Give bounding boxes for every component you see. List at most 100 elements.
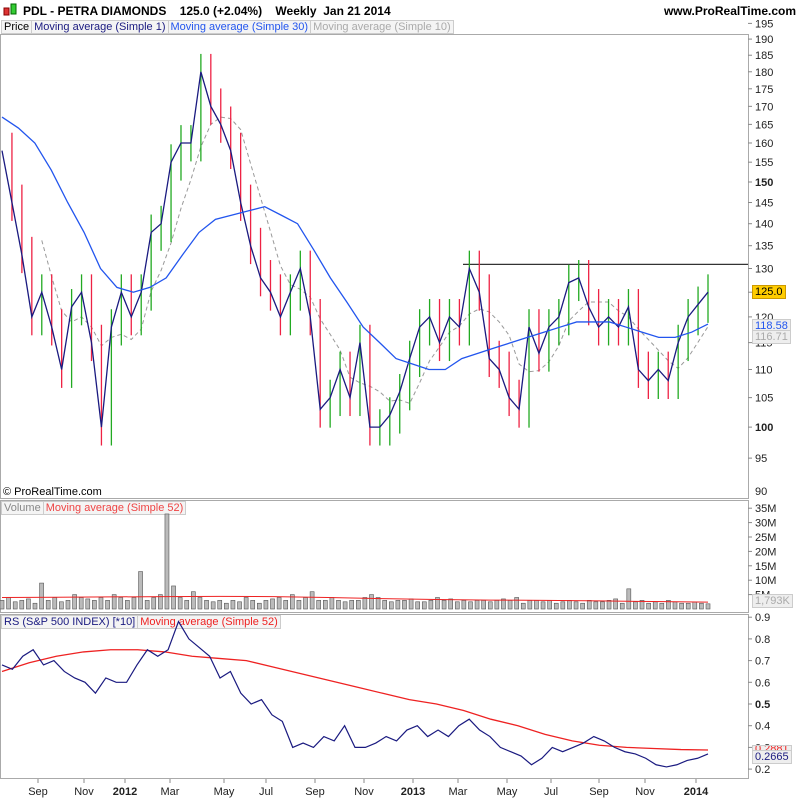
volume-tick-label: 10M <box>755 575 776 587</box>
rs-last-label: 0.2665 <box>752 750 792 764</box>
volume-bar <box>309 591 315 610</box>
volume-bar <box>468 601 473 610</box>
volume-bar <box>191 591 196 610</box>
chart-title: PDL - PETRA DIAMONDS 125.0 (+2.04%) Week… <box>23 4 391 18</box>
x-tick-label: Sep <box>305 786 325 798</box>
volume-last-label: 1,793K <box>752 594 793 608</box>
volume-bar <box>243 597 249 610</box>
chart-window: PDL - PETRA DIAMONDS 125.0 (+2.04%) Week… <box>0 0 800 800</box>
price-tick-label: 105 <box>755 393 773 405</box>
volume-bar <box>454 601 460 610</box>
legend-rs-ma[interactable]: Moving average (Simple 52) <box>137 615 281 629</box>
x-tick-label: 2012 <box>113 786 137 798</box>
volume-bar <box>494 600 500 610</box>
volume-bar <box>699 602 704 610</box>
chart-header: PDL - PETRA DIAMONDS 125.0 (+2.04%) Week… <box>0 0 800 20</box>
price-tick-label: 140 <box>755 219 773 231</box>
volume-bar <box>692 601 698 610</box>
rs-tick-label: 0.8 <box>755 634 770 646</box>
chart-canvas[interactable]: 9510010511011512012513013514014515015516… <box>0 0 800 800</box>
x-tick-label: Mar <box>161 786 180 798</box>
volume-bar <box>184 600 190 610</box>
volume-bar <box>263 600 269 610</box>
volume-bar <box>428 600 434 610</box>
x-tick-label: 2013 <box>401 786 425 798</box>
price-tick-label: 145 <box>755 197 773 209</box>
price-line <box>1 71 709 428</box>
volume-bar <box>12 601 18 610</box>
volume-bar <box>646 602 651 610</box>
volume-bar <box>501 598 506 610</box>
volume-bar <box>250 600 256 610</box>
price-tick-label: 100 <box>755 422 773 434</box>
legend-price[interactable]: Price <box>1 20 33 34</box>
volume-bar <box>487 601 493 610</box>
volume-bar <box>329 597 335 610</box>
rs-tick-label: 0.4 <box>755 721 770 733</box>
volume-bar <box>230 600 236 610</box>
x-tick-label: Jul <box>544 786 558 798</box>
rs-tick-label: 0.6 <box>755 677 770 689</box>
volume-bar <box>388 601 394 610</box>
copyright: © ProRealTime.com <box>3 486 102 498</box>
volume-bar <box>342 601 348 610</box>
last-price-label: 125.0 <box>752 285 786 299</box>
volume-bar <box>210 601 216 610</box>
ma10-label: 116.71 <box>752 330 791 344</box>
volume-bar <box>45 600 51 610</box>
price-tick-label: 130 <box>755 264 773 276</box>
rs-ma-line <box>1 649 709 751</box>
volume-bar <box>666 600 671 610</box>
rs-line <box>1 620 709 768</box>
x-tick-label: May <box>497 786 518 798</box>
quote: 125.0 (+2.04%) <box>179 4 263 18</box>
x-tick-label: Mar <box>449 786 468 798</box>
volume-bar <box>349 600 355 610</box>
volume-bar <box>78 597 84 610</box>
price-tick-label: 160 <box>755 138 773 150</box>
volume-bar <box>6 597 11 610</box>
volume-bar <box>158 594 163 610</box>
volume-bar <box>633 601 638 610</box>
x-tick-label: Nov <box>74 786 94 798</box>
volume-bar <box>92 600 97 610</box>
volume-bar <box>560 601 566 610</box>
volume-bar <box>0 600 5 610</box>
x-tick-label: Nov <box>354 786 374 798</box>
volume-bar <box>362 597 368 610</box>
volume-bar <box>131 597 137 610</box>
rs-panel-frame <box>0 614 749 779</box>
volume-bar <box>144 600 150 610</box>
legend-ma1[interactable]: Moving average (Simple 1) <box>31 20 169 34</box>
volume-bar <box>237 601 242 610</box>
price-legend: Price Moving average (Simple 1) Moving ave… <box>1 20 454 34</box>
legend-ma10[interactable]: Moving average (Simple 10) <box>310 20 454 34</box>
volume-bar <box>474 600 480 610</box>
volume-bar <box>138 571 143 610</box>
volume-bar <box>435 597 440 610</box>
volume-bar <box>171 585 176 610</box>
volume-bar <box>382 600 387 610</box>
legend-ma30[interactable]: Moving average (Simple 30) <box>167 20 312 34</box>
price-tick-label: 165 <box>755 119 773 131</box>
volume-bar <box>659 602 665 610</box>
volume-bar <box>52 597 58 610</box>
volume-bar <box>197 597 203 610</box>
rs-tick-label: 0.7 <box>755 656 770 668</box>
volume-bar <box>553 602 559 610</box>
legend-rs[interactable]: RS (S&P 500 INDEX) [*10] <box>1 615 139 629</box>
volume-tick-label: 35M <box>755 503 776 515</box>
legend-volume-ma[interactable]: Moving average (Simple 52) <box>42 501 187 515</box>
x-tick-label: Sep <box>28 786 48 798</box>
volume-bar <box>296 600 302 610</box>
legend-volume[interactable]: Volume <box>1 501 44 515</box>
volume-bar <box>125 600 130 610</box>
price-panel-frame <box>0 34 749 499</box>
x-tick-label: Jul <box>259 786 273 798</box>
ma30-line <box>1 116 709 371</box>
volume-tick-label: 20M <box>755 546 776 558</box>
site-link[interactable]: www.ProRealTime.com <box>664 4 796 18</box>
volume-bar <box>270 598 275 610</box>
volume-bar <box>32 602 38 610</box>
price-tick-label: 135 <box>755 241 773 253</box>
